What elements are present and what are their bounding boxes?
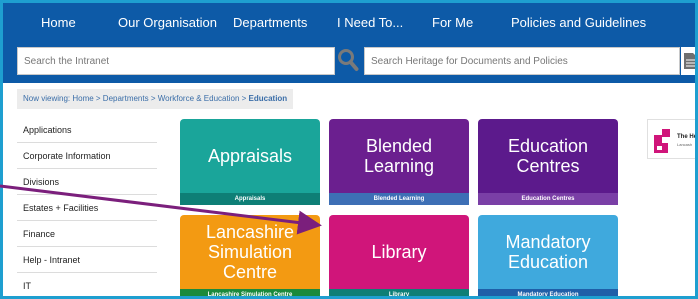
tile-title: Blended Learning <box>363 136 435 176</box>
nav-our-organisation[interactable]: Our Organisation <box>118 3 217 41</box>
tile-appraisals[interactable]: Appraisals Appraisals <box>180 119 320 205</box>
sidebar-item-estates-facilities[interactable]: Estates + Facilities <box>17 195 157 221</box>
sidebar-item-it[interactable]: IT <box>17 273 157 296</box>
tile-library[interactable]: Library Library <box>329 215 469 296</box>
heritage-search-box <box>364 47 680 75</box>
tile-caption: Lancashire Simulation Centre <box>180 289 320 296</box>
search-bar <box>3 41 695 83</box>
tile-caption: Library <box>329 289 469 296</box>
tile-caption: Blended Learning <box>329 193 469 205</box>
tile-title: Library <box>371 242 427 262</box>
sidebar-item-corporate-information[interactable]: Corporate Information <box>17 143 157 169</box>
nav-departments[interactable]: Departments <box>233 3 307 41</box>
nav-home[interactable]: Home <box>41 3 76 41</box>
logo-text: The He <box>677 134 698 140</box>
nav-policies-guidelines[interactable]: Policies and Guidelines <box>511 3 646 41</box>
tile-lancashire-simulation-centre[interactable]: Lancashire Simulation Centre Lancashire … <box>180 215 320 296</box>
breadcrumb-current: Education <box>248 94 288 103</box>
tile-caption: Appraisals <box>180 193 320 205</box>
tile-caption: Education Centres <box>478 193 618 205</box>
tile-title: Appraisals <box>207 146 293 166</box>
nav-for-me[interactable]: For Me <box>432 3 473 41</box>
heritage-search-input[interactable] <box>365 48 679 74</box>
tile-title: Lancashire Simulation Centre <box>205 222 295 282</box>
screenshot-frame: Home Our Organisation Departments I Need… <box>0 0 698 299</box>
breadcrumb-path[interactable]: Now viewing: Home > Departments > Workfo… <box>23 94 249 103</box>
tile-title: Mandatory Education <box>505 232 591 272</box>
sidebar-item-applications[interactable]: Applications <box>17 117 157 143</box>
intranet-search-box <box>17 47 335 75</box>
logo-mark-icon <box>654 129 670 153</box>
tile-title: Education Centres <box>507 136 589 176</box>
search-icon[interactable] <box>337 48 359 72</box>
tile-caption: Mandatory Education <box>478 289 618 296</box>
logo-subtext: Lancash <box>677 142 693 147</box>
sidebar-item-finance[interactable]: Finance <box>17 221 157 247</box>
sidebar-item-help-intranet[interactable]: Help - Intranet <box>17 247 157 273</box>
nav-i-need-to[interactable]: I Need To... <box>337 3 403 41</box>
tile-blended-learning[interactable]: Blended Learning Blended Learning <box>329 119 469 205</box>
document-icon[interactable] <box>681 47 695 75</box>
organisation-logo[interactable]: The He Lancash <box>647 119 698 159</box>
tile-mandatory-education[interactable]: Mandatory Education Mandatory Education <box>478 215 618 296</box>
breadcrumb: Now viewing: Home > Departments > Workfo… <box>17 89 294 109</box>
tile-education-centres[interactable]: Education Centres Education Centres <box>478 119 618 205</box>
intranet-search-input[interactable] <box>18 48 334 74</box>
sidebar: Applications Corporate Information Divis… <box>17 117 157 296</box>
sidebar-item-divisions[interactable]: Divisions <box>17 169 157 195</box>
top-navigation: Home Our Organisation Departments I Need… <box>3 3 695 41</box>
